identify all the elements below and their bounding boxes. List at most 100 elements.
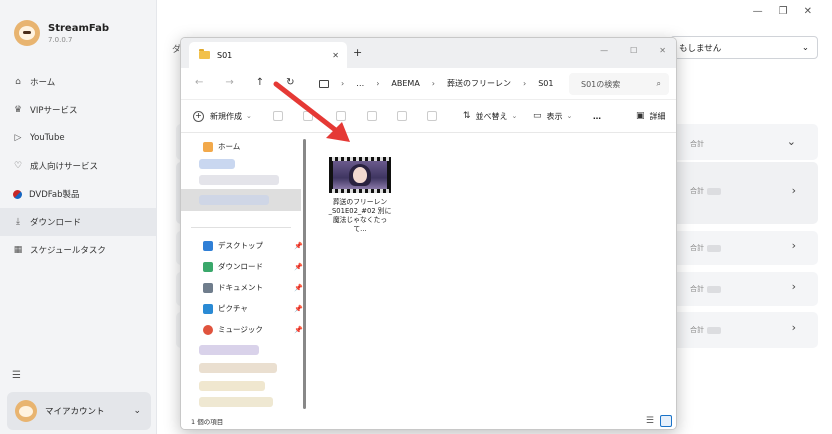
forward-icon[interactable]: → bbox=[225, 77, 233, 88]
explorer-body: ホーム デスクトップ 📌 ダウンロード 📌 ドキュメント 📌 ピクチャ 📌 ミュ… bbox=[181, 133, 676, 415]
pin-icon: 📌 bbox=[294, 304, 303, 313]
status-bar: 1 個の項目 ☰ bbox=[181, 413, 676, 429]
home-icon bbox=[203, 141, 213, 152]
chevron-down-icon[interactable]: ⌄ bbox=[787, 135, 796, 148]
nav-music[interactable]: ミュージック 📌 bbox=[203, 324, 303, 335]
file-explorer-window: S01 ✕ + — ☐ ✕ ← → ↑ ↻ › … › ABEMA › 葬送のフ… bbox=[180, 37, 677, 430]
view-button[interactable]: ▭ 表示 ⌄ bbox=[533, 111, 572, 122]
nav-pictures[interactable]: ピクチャ 📌 bbox=[203, 303, 303, 314]
account-button[interactable]: マイアカウント ⌄ bbox=[7, 392, 151, 430]
explorer-tab[interactable]: S01 ✕ bbox=[189, 42, 347, 68]
delete-icon[interactable] bbox=[427, 111, 437, 121]
sidebar-item-adult[interactable]: ♡ 成人向けサービス bbox=[0, 152, 156, 180]
sidebar-item-label: 成人向けサービス bbox=[30, 162, 99, 172]
sidebar-item-vip[interactable]: ♛ VIPサービス bbox=[0, 96, 156, 124]
video-file-item[interactable]: 葬送のフリーレン_S01E02_#02 別に魔法じゃなくたって... bbox=[327, 157, 393, 234]
more-options-button[interactable]: … bbox=[593, 112, 601, 121]
sloth-logo-icon bbox=[14, 20, 40, 46]
chevron-right-icon: › bbox=[523, 79, 527, 88]
app-name: StreamFab bbox=[48, 22, 110, 34]
sidebar-item-home[interactable]: ⌂ ホーム bbox=[0, 68, 156, 96]
blurred-item bbox=[199, 381, 265, 391]
close-icon[interactable]: ✕ bbox=[804, 6, 812, 17]
dvdfab-icon bbox=[13, 189, 22, 199]
nav-divider bbox=[191, 227, 291, 228]
search-icon: ⌕ bbox=[656, 79, 661, 88]
menu-icon[interactable]: ☰ bbox=[12, 370, 21, 381]
blurred-item bbox=[199, 195, 269, 205]
chevron-down-icon: ⌄ bbox=[801, 42, 809, 53]
details-pane-icon: ▣ bbox=[636, 111, 645, 121]
navigation-pane: ホーム デスクトップ 📌 ダウンロード 📌 ドキュメント 📌 ピクチャ 📌 ミュ… bbox=[181, 133, 309, 415]
vip-icon: ♛ bbox=[13, 105, 23, 115]
nav-desktop[interactable]: デスクトップ 📌 bbox=[203, 240, 303, 251]
grid-view-icon[interactable] bbox=[660, 415, 672, 427]
avatar bbox=[15, 400, 37, 422]
restore-icon[interactable]: ❐ bbox=[779, 6, 788, 17]
maximize-icon[interactable]: ☐ bbox=[630, 46, 637, 55]
row-total: 合計 bbox=[690, 186, 721, 196]
sidebar-item-youtube[interactable]: ▷ YouTube bbox=[0, 124, 156, 152]
blurred-item bbox=[199, 159, 235, 169]
list-view-icon[interactable]: ☰ bbox=[646, 416, 654, 426]
sidebar: StreamFab 7.0.0.7 ⌂ ホーム ♛ VIPサービス ▷ YouT… bbox=[0, 0, 157, 434]
close-tab-icon[interactable]: ✕ bbox=[332, 51, 339, 60]
new-tab-button[interactable]: + bbox=[353, 46, 362, 59]
chevron-right-icon: › bbox=[376, 79, 380, 88]
plus-icon: + bbox=[193, 110, 204, 122]
breadcrumb-season[interactable]: S01 bbox=[538, 79, 553, 88]
account-label: マイアカウント bbox=[45, 407, 105, 417]
up-icon[interactable]: ↑ bbox=[256, 77, 264, 88]
app-version: 7.0.0.7 bbox=[48, 35, 73, 44]
sidebar-item-download[interactable]: ⤓ ダウンロード bbox=[0, 208, 156, 236]
annotation-arrow-icon bbox=[273, 81, 350, 142]
chevron-right-icon[interactable]: › bbox=[792, 321, 796, 334]
row-total: 合計 bbox=[690, 325, 721, 335]
breadcrumb-abema[interactable]: ABEMA bbox=[391, 79, 419, 88]
chevron-down-icon: ⌄ bbox=[511, 112, 518, 120]
pictures-icon bbox=[203, 303, 213, 314]
sidebar-item-dvdfab[interactable]: DVDFab製品 bbox=[0, 180, 156, 208]
breadcrumb-series[interactable]: 葬送のフリーレン bbox=[447, 78, 511, 89]
details-label: 詳細 bbox=[649, 111, 666, 121]
nav-scrollbar[interactable] bbox=[303, 139, 306, 409]
sort-button[interactable]: ⇅ 並べ替え ⌄ bbox=[463, 111, 517, 122]
nav-documents[interactable]: ドキュメント 📌 bbox=[203, 282, 303, 293]
share-icon[interactable] bbox=[397, 111, 407, 121]
search-input[interactable]: S01の検索 ⌕ bbox=[569, 73, 669, 95]
nav-home-label: ホーム bbox=[218, 142, 241, 151]
chevron-down-icon: ⌄ bbox=[246, 112, 252, 120]
chevron-right-icon[interactable]: › bbox=[792, 239, 796, 252]
video-thumbnail bbox=[329, 157, 391, 193]
details-button[interactable]: ▣ 詳細 bbox=[636, 111, 666, 122]
nav-downloads[interactable]: ダウンロード 📌 bbox=[203, 261, 303, 272]
desktop-icon bbox=[203, 240, 213, 251]
app-logo: StreamFab 7.0.0.7 bbox=[14, 20, 109, 46]
address-bar-row: ← → ↑ ↻ › … › ABEMA › 葬送のフリーレン › S01 S01… bbox=[181, 68, 676, 100]
rename-icon[interactable] bbox=[367, 111, 377, 121]
explorer-titlebar: S01 ✕ + — ☐ ✕ bbox=[181, 38, 676, 68]
chevron-down-icon: ⌄ bbox=[133, 406, 141, 416]
sidebar-item-label: DVDFab製品 bbox=[29, 190, 80, 200]
minimize-icon[interactable]: — bbox=[753, 6, 763, 17]
view-label: 表示 bbox=[546, 111, 563, 121]
back-icon[interactable]: ← bbox=[195, 77, 203, 88]
sidebar-item-label: ホーム bbox=[30, 78, 56, 88]
new-button[interactable]: + 新規作成 ⌄ bbox=[193, 110, 252, 122]
nav-label: ミュージック bbox=[218, 325, 263, 334]
chevron-right-icon[interactable]: › bbox=[792, 184, 796, 197]
blurred-item bbox=[199, 345, 259, 355]
home-icon: ⌂ bbox=[15, 77, 21, 87]
pin-icon: 📌 bbox=[294, 325, 303, 334]
file-list-area: 葬送のフリーレン_S01E02_#02 別に魔法じゃなくたって... bbox=[311, 133, 676, 415]
view-icon: ▭ bbox=[533, 111, 542, 121]
blurred-item bbox=[199, 397, 273, 407]
download-icon bbox=[203, 261, 213, 272]
close-icon[interactable]: ✕ bbox=[659, 46, 666, 55]
minimize-icon[interactable]: — bbox=[600, 46, 608, 55]
blurred-item bbox=[199, 175, 279, 185]
chevron-right-icon[interactable]: › bbox=[792, 280, 796, 293]
sidebar-item-schedule[interactable]: ▦ スケジュールタスク bbox=[0, 236, 156, 264]
filter-dropdown[interactable]: もしません ⌄ bbox=[670, 36, 818, 59]
folder-icon bbox=[199, 49, 210, 59]
